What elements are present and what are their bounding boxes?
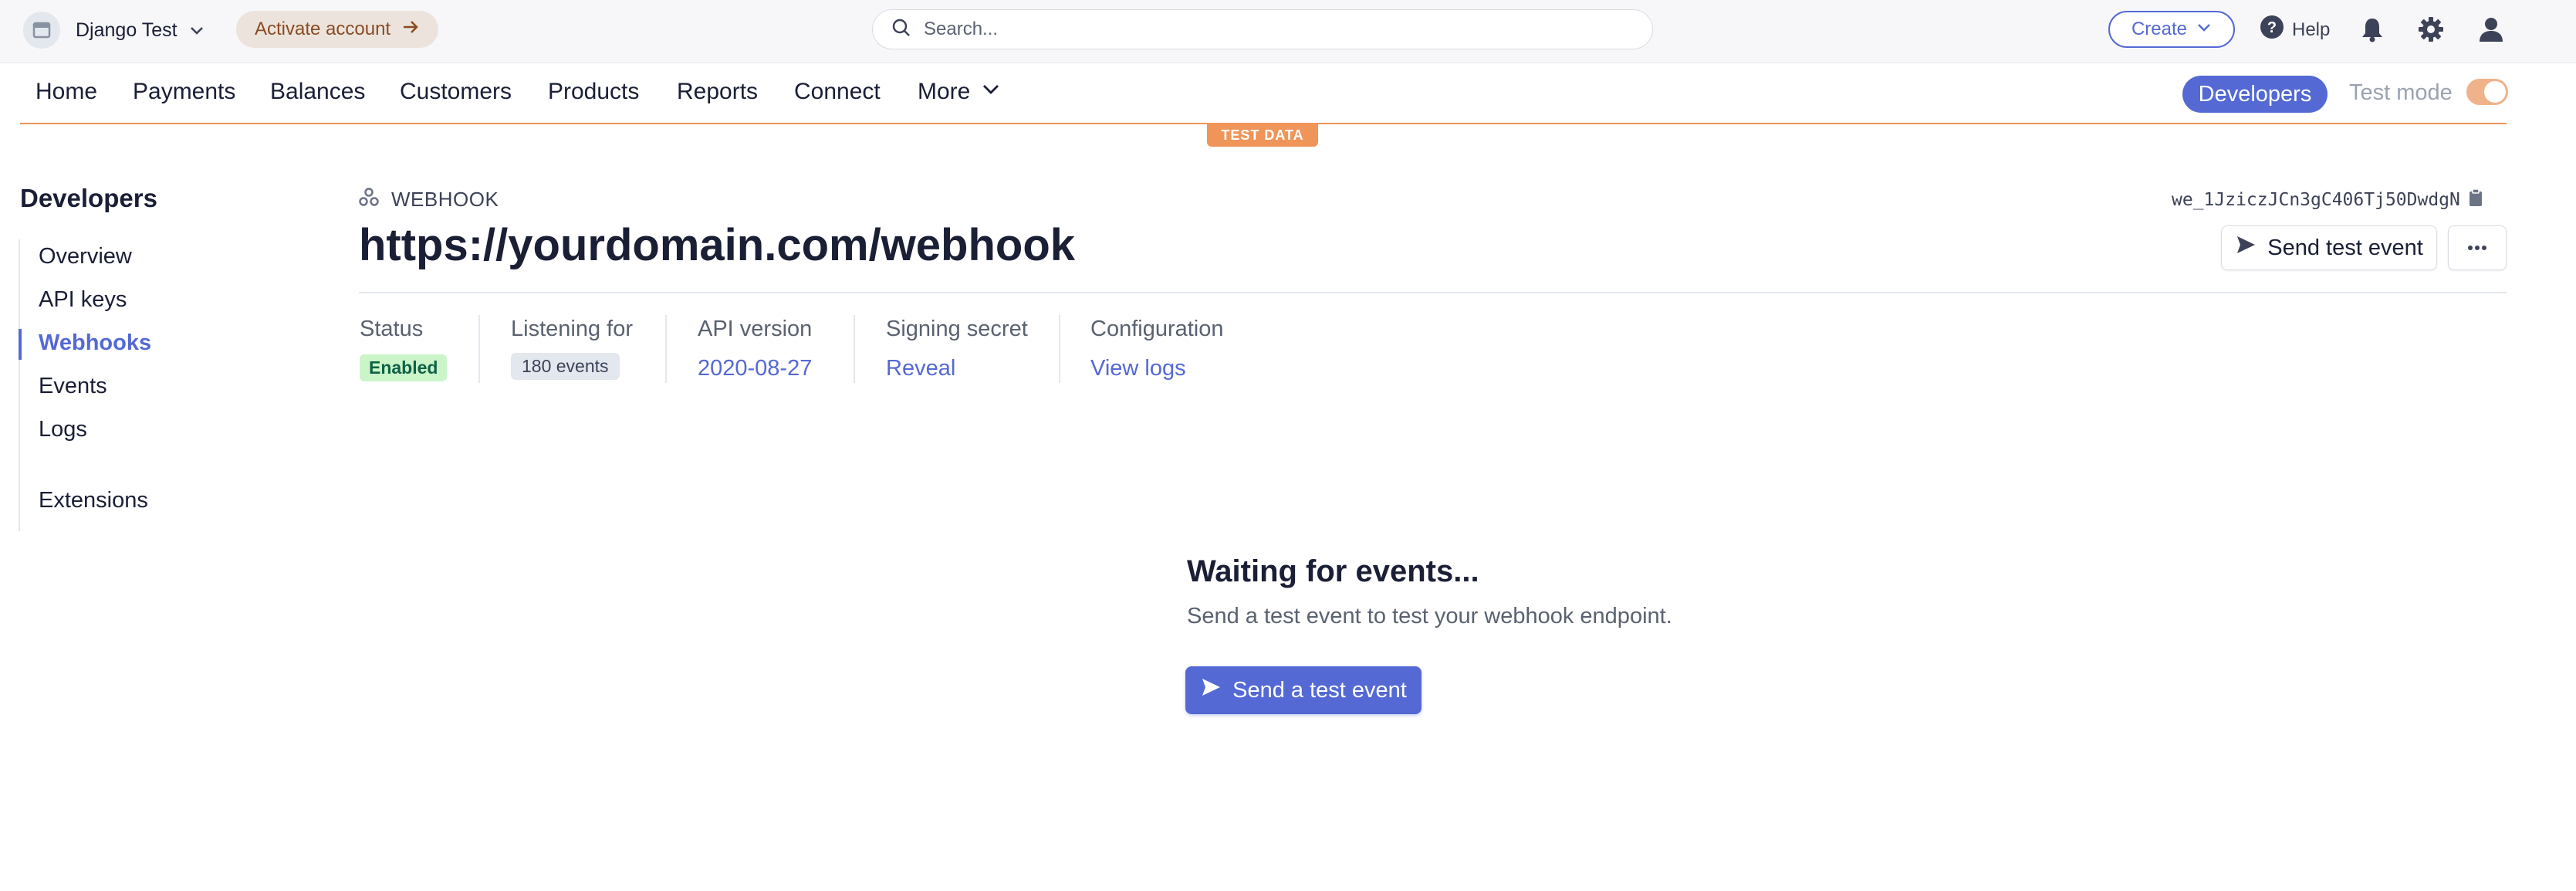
page: Django Test Activate account Create [0, 0, 2576, 891]
send-test-event-label: Send test event [2267, 235, 2423, 260]
arrow-right-icon [401, 18, 420, 42]
meta-api-version: API version 2020-08-27 [698, 317, 812, 381]
view-logs-link[interactable]: View logs [1090, 356, 1224, 381]
svg-text:?: ? [2267, 19, 2277, 36]
send-paper-plane-icon [1200, 676, 1222, 704]
chevron-down-icon [2196, 19, 2212, 40]
search-input[interactable] [922, 18, 1620, 41]
test-mode-toggle[interactable] [2466, 79, 2508, 105]
send-test-event-button[interactable]: Send test event [2221, 225, 2437, 270]
search-box[interactable] [872, 9, 1653, 49]
nav-connect[interactable]: Connect [794, 79, 881, 105]
test-data-banner: TEST DATA [1207, 124, 1318, 147]
meta-status: Status Enabled [360, 317, 448, 381]
empty-state-subtitle: Send a test event to test your webhook e… [1187, 604, 1672, 628]
sidebar-item-api-keys[interactable]: API keys [39, 287, 127, 313]
chevron-down-icon [188, 22, 205, 39]
events-count-badge[interactable]: 180 events [511, 353, 620, 380]
status-badge: Enabled [360, 354, 448, 381]
main-nav: Home Payments Balances Customers Product… [0, 63, 2576, 124]
test-mode-label: Test mode [2349, 80, 2453, 105]
meta-signing-secret: Signing secret Reveal [886, 317, 1028, 381]
chevron-down-icon [981, 79, 1001, 105]
create-button[interactable]: Create [2108, 11, 2235, 48]
header-divider [359, 292, 2507, 293]
meta-divider [854, 315, 855, 383]
more-options-button[interactable] [2448, 225, 2507, 270]
account-switcher[interactable]: Django Test [23, 12, 205, 49]
activate-account-button[interactable]: Activate account [236, 11, 439, 48]
sidebar-active-indicator [19, 329, 22, 360]
meta-divider [1059, 315, 1060, 383]
nav-reports[interactable]: Reports [677, 79, 758, 105]
account-name: Django Test [76, 19, 177, 41]
help-button[interactable]: ? Help [2260, 15, 2330, 45]
meta-divider [665, 315, 667, 383]
api-version-link[interactable]: 2020-08-27 [698, 356, 812, 381]
top-bar: Django Test Activate account Create [0, 0, 2576, 63]
nav-balances[interactable]: Balances [270, 79, 365, 105]
api-version-label: API version [698, 317, 813, 341]
webhook-label-text: WEBHOOK [391, 188, 499, 211]
sidebar-nav: Overview API keys Webhooks Events Logs E… [19, 239, 252, 531]
webhook-id-text: we_1JziczJCn3gC406Tj50DwdgN [2172, 190, 2460, 210]
copy-clipboard-icon[interactable] [2468, 188, 2483, 212]
help-icon: ? [2260, 15, 2284, 45]
webhook-id: we_1JziczJCn3gC406Tj50DwdgN [2172, 188, 2483, 212]
help-label: Help [2292, 19, 2331, 40]
sidebar-item-webhooks[interactable]: Webhooks [39, 330, 151, 356]
status-label: Status [360, 317, 424, 341]
send-paper-plane-icon [2235, 234, 2257, 262]
meta-divider [478, 315, 480, 383]
sidebar-title: Developers [20, 184, 157, 212]
sidebar-item-overview[interactable]: Overview [39, 244, 132, 269]
listening-label: Listening for [511, 317, 633, 341]
search-icon [891, 18, 911, 42]
meta-listening: Listening for 180 events [511, 317, 633, 380]
user-profile-icon[interactable] [2476, 14, 2507, 45]
nav-customers[interactable]: Customers [400, 79, 512, 105]
sidebar-item-logs[interactable]: Logs [39, 417, 87, 442]
sidebar-item-extensions[interactable]: Extensions [39, 488, 148, 513]
ellipsis-icon [2467, 241, 2487, 255]
nav-home[interactable]: Home [35, 79, 97, 105]
signing-secret-label: Signing secret [886, 317, 1028, 341]
empty-state-title: Waiting for events... [1187, 554, 1479, 588]
send-a-test-event-label: Send a test event [1232, 677, 1407, 703]
reveal-secret-link[interactable]: Reveal [886, 356, 1028, 381]
create-label: Create [2131, 19, 2188, 39]
webhook-section-label: WEBHOOK [359, 187, 499, 212]
send-a-test-event-button[interactable]: Send a test event [1185, 666, 1422, 714]
nav-products[interactable]: Products [548, 79, 639, 105]
nav-more[interactable]: More [918, 79, 1001, 105]
page-title: https://yourdomain.com/webhook [359, 220, 1076, 270]
activate-account-label: Activate account [255, 19, 391, 39]
account-logo-icon [23, 12, 60, 49]
sidebar-item-events[interactable]: Events [39, 374, 107, 399]
meta-configuration: Configuration View logs [1090, 317, 1224, 381]
nav-more-label: More [918, 79, 971, 104]
nav-payments[interactable]: Payments [133, 79, 235, 105]
settings-gear-icon[interactable] [2415, 14, 2446, 45]
notifications-bell-icon[interactable] [2357, 14, 2388, 45]
toggle-knob [2484, 81, 2506, 103]
configuration-label: Configuration [1090, 317, 1224, 341]
developers-button[interactable]: Developers [2182, 76, 2328, 113]
webhook-icon [359, 187, 379, 212]
